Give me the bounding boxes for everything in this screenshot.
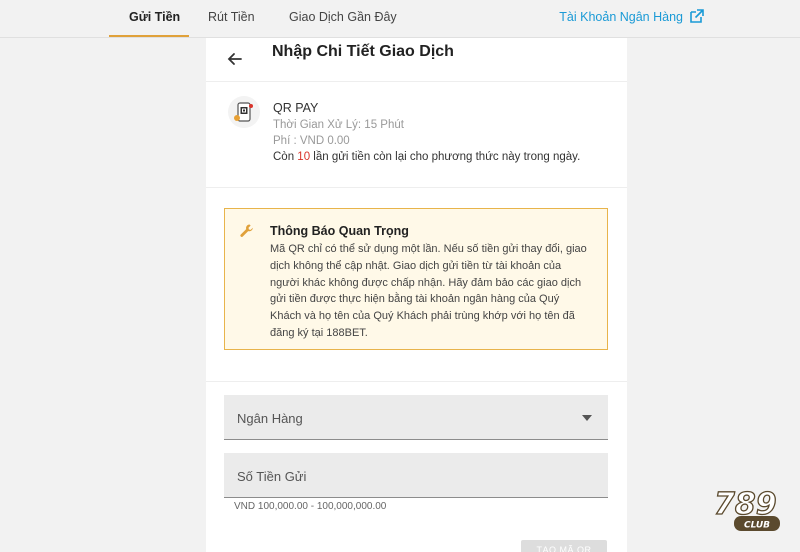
- notice-title: Thông Báo Quan Trọng: [270, 224, 409, 238]
- processing-time: Thời Gian Xử Lý: 15 Phút: [273, 119, 404, 131]
- deposit-amount-label: Số Tiền Gửi: [237, 469, 307, 484]
- qr-pay-icon: [228, 96, 260, 128]
- remaining-prefix: Còn: [273, 151, 298, 163]
- notice-body: Mã QR chỉ có thể sử dụng một lần. Nếu số…: [270, 243, 587, 339]
- section-divider: [206, 381, 627, 382]
- logo-subtext: CLUB: [744, 521, 770, 531]
- wrench-icon: [240, 224, 253, 237]
- card-header: Nhập Chi Tiết Giao Dịch: [206, 38, 627, 82]
- payment-method-section: QR PAY Thời Gian Xử Lý: 15 Phút Phí : VN…: [206, 82, 627, 188]
- active-tab-indicator: [109, 35, 189, 37]
- page-title: Nhập Chi Tiết Giao Dịch: [272, 43, 454, 60]
- external-link-icon: [690, 9, 704, 23]
- method-name: QR PAY: [273, 101, 319, 115]
- bank-select[interactable]: Ngân Hàng: [224, 395, 608, 440]
- generate-qr-button[interactable]: TẠO MÃ QR: [521, 540, 607, 552]
- remaining-suffix: lần gửi tiền còn lại cho phương thức này…: [310, 151, 581, 163]
- remaining-count: 10: [297, 151, 311, 163]
- bank-account-link-label: Tài Khoản Ngân Hàng: [559, 9, 683, 24]
- important-notice-box: Thông Báo Quan Trọng Mã QR chỉ có thể sử…: [224, 208, 608, 350]
- remaining-deposits: Còn 10 lần gửi tiền còn lại cho phương t…: [273, 151, 580, 163]
- tab-withdraw[interactable]: Rút Tiền: [208, 10, 255, 24]
- bank-account-link[interactable]: Tài Khoản Ngân Hàng: [559, 9, 704, 24]
- amount-range-hint: VND 100,000.00 - 100,000,000.00: [234, 501, 387, 512]
- tab-deposit[interactable]: Gửi Tiền: [129, 10, 180, 24]
- club-logo-watermark: 789 CLUB: [713, 486, 780, 531]
- deposit-amount-input[interactable]: Số Tiền Gửi: [224, 453, 608, 498]
- top-tab-bar: Gửi Tiền Rút Tiền Giao Dịch Gần Đây Tài …: [0, 0, 800, 38]
- back-arrow-icon[interactable]: [224, 48, 246, 70]
- tab-recent-transactions[interactable]: Giao Dịch Gần Đây: [289, 10, 397, 24]
- transaction-details-card: Nhập Chi Tiết Giao Dịch QR PAY Thời Gian…: [206, 38, 627, 552]
- method-fee: Phí : VND 0.00: [273, 135, 350, 147]
- caret-down-icon: [582, 415, 592, 421]
- bank-select-label: Ngân Hàng: [237, 411, 303, 426]
